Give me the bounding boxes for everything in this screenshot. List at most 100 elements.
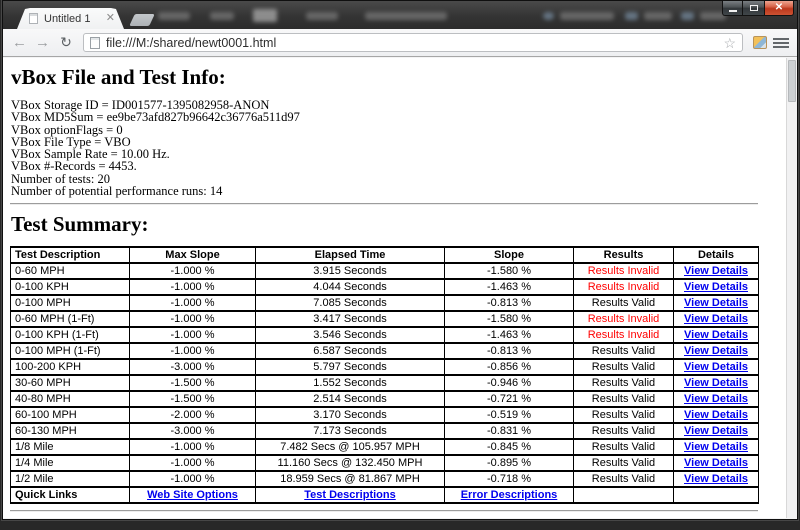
scrollbar-thumb[interactable]: [788, 60, 796, 102]
cell-quick-link: Web Site Options: [129, 486, 256, 505]
cell-details: View Details: [673, 438, 759, 457]
blurred-icon: [681, 12, 694, 20]
reload-button[interactable]: ↻: [54, 35, 78, 50]
quick-link[interactable]: Test Descriptions: [304, 489, 396, 501]
cell-value: -0.845 %: [444, 438, 574, 457]
blurred-menu-item: [306, 12, 338, 20]
cell-details: View Details: [673, 262, 759, 281]
cell-value: 2.514 Seconds: [255, 390, 445, 409]
new-tab-button[interactable]: [129, 14, 155, 26]
vertical-scrollbar[interactable]: [786, 58, 797, 518]
cell-details: View Details: [673, 454, 759, 473]
cell-results: Results Valid: [573, 390, 674, 409]
cell-results: Results Valid: [573, 422, 674, 441]
cell-value: -0.895 %: [444, 454, 574, 473]
view-details-link[interactable]: View Details: [684, 361, 748, 373]
cell-results: Results Valid: [573, 438, 674, 457]
page-document-icon: [90, 36, 100, 49]
cell-value: -1.000 %: [129, 326, 256, 345]
blurred-menu-item: [560, 12, 614, 20]
cell-value: 3.546 Seconds: [255, 326, 445, 345]
view-details-link[interactable]: View Details: [684, 457, 748, 469]
cell-value: -2.000 %: [129, 406, 256, 425]
table-row: 30-60 MPH -1.500 % 1.552 Seconds -0.946 % Re…: [10, 374, 759, 393]
cell-value: -1.000 %: [129, 342, 256, 361]
quick-link[interactable]: Error Descriptions: [461, 489, 558, 501]
table-row: 0-100 MPH -1.000 % 7.085 Seconds -0.813 % Re…: [10, 294, 759, 313]
back-button[interactable]: ←: [8, 35, 31, 50]
cell-value: -0.831 %: [444, 422, 574, 441]
cell-quick-link: Test Descriptions: [255, 486, 445, 505]
cell-details: View Details: [673, 342, 759, 361]
cell-value: -0.721 %: [444, 390, 574, 409]
view-details-link[interactable]: View Details: [684, 393, 748, 405]
cell-value: 1.552 Seconds: [255, 374, 445, 393]
cell-value: -1.000 %: [129, 262, 256, 281]
summary-heading: Test Summary:: [11, 212, 149, 237]
view-details-link[interactable]: View Details: [684, 441, 748, 453]
table-row: 1/4 Mile -1.000 % 11.160 Secs @ 132.450 MP…: [10, 454, 759, 473]
tab-close-icon[interactable]: ✕: [106, 13, 115, 24]
view-details-link[interactable]: View Details: [684, 265, 748, 277]
cell-value: 5.797 Seconds: [255, 358, 445, 377]
column-header: Max Slope: [129, 246, 256, 265]
cell-value: 11.160 Secs @ 132.450 MPH: [255, 454, 445, 473]
column-header: Results: [573, 246, 674, 265]
blurred-icon: [625, 12, 638, 20]
view-details-link[interactable]: View Details: [684, 313, 748, 325]
address-bar[interactable]: file:///M:/shared/newt0001.html ☆: [83, 33, 743, 52]
cell-value: -3.000 %: [129, 422, 256, 441]
view-details-link[interactable]: View Details: [684, 345, 748, 357]
info-line: Number of potential performance runs: 14: [11, 184, 223, 199]
chrome-menu-button[interactable]: [772, 36, 790, 50]
cell-details: View Details: [673, 326, 759, 345]
view-details-link[interactable]: View Details: [684, 297, 748, 309]
view-details-link[interactable]: View Details: [684, 425, 748, 437]
cell-results: Results Valid: [573, 294, 674, 313]
view-details-link[interactable]: View Details: [684, 281, 748, 293]
cell-value: 4.044 Seconds: [255, 278, 445, 297]
window-maximize-button[interactable]: [743, 1, 764, 16]
cell-value: 3.170 Seconds: [255, 406, 445, 425]
cell-results: Results Valid: [573, 470, 674, 489]
window-minimize-button[interactable]: [722, 1, 743, 16]
cell-value: 3.915 Seconds: [255, 262, 445, 281]
cell-value: -0.519 %: [444, 406, 574, 425]
blurred-icon: [543, 12, 554, 20]
cell-results: Results Valid: [573, 454, 674, 473]
view-details-link[interactable]: View Details: [684, 473, 748, 485]
cell-details: View Details: [673, 358, 759, 377]
cell-details: View Details: [673, 470, 759, 489]
view-details-link[interactable]: View Details: [684, 377, 748, 389]
table-row: 0-100 MPH (1-Ft) -1.000 % 6.587 Seconds -0.…: [10, 342, 759, 361]
view-details-link[interactable]: View Details: [684, 329, 748, 341]
view-details-link[interactable]: View Details: [684, 409, 748, 421]
test-summary-table: Test Description Max Slope Elapsed Time Slo…: [10, 246, 759, 505]
cell-value: -1.000 %: [129, 278, 256, 297]
cell-test-description: 1/2 Mile: [10, 470, 130, 489]
info-line: VBox MD5Sum = ee9be73afd827b96642c36776a…: [11, 110, 300, 125]
cell-value: -1.000 %: [129, 310, 256, 329]
table-row: 0-100 KPH (1-Ft) -1.000 % 3.546 Seconds -1.…: [10, 326, 759, 345]
forward-button[interactable]: →: [31, 35, 54, 50]
browser-titlebar: ✕ Untitled 1 ✕: [3, 1, 797, 29]
cell-empty: [573, 486, 674, 505]
cell-value: 7.085 Seconds: [255, 294, 445, 313]
quick-link[interactable]: Web Site Options: [147, 489, 238, 501]
url-text[interactable]: file:///M:/shared/newt0001.html: [106, 36, 723, 50]
cell-results: Results Valid: [573, 374, 674, 393]
browser-tab[interactable]: Untitled 1 ✕: [17, 8, 124, 29]
cell-test-description: 0-60 MPH: [10, 262, 130, 281]
extension-icon[interactable]: [753, 36, 767, 49]
cell-results: Results Valid: [573, 342, 674, 361]
info-line: VBox #-Records = 4453.: [11, 159, 137, 174]
table-row: 0-100 KPH -1.000 % 4.044 Seconds -1.463 % Re…: [10, 278, 759, 297]
bookmark-star-icon[interactable]: ☆: [723, 36, 736, 50]
cell-empty: [673, 486, 759, 505]
cell-value: -1.463 %: [444, 326, 574, 345]
quick-links-row: Quick Links Web Site Options Test Descript…: [10, 486, 759, 505]
cell-test-description: 0-100 KPH (1-Ft): [10, 326, 130, 345]
window-close-button[interactable]: ✕: [764, 1, 794, 16]
cell-value: -1.500 %: [129, 374, 256, 393]
info-heading: vBox File and Test Info:: [11, 65, 226, 89]
